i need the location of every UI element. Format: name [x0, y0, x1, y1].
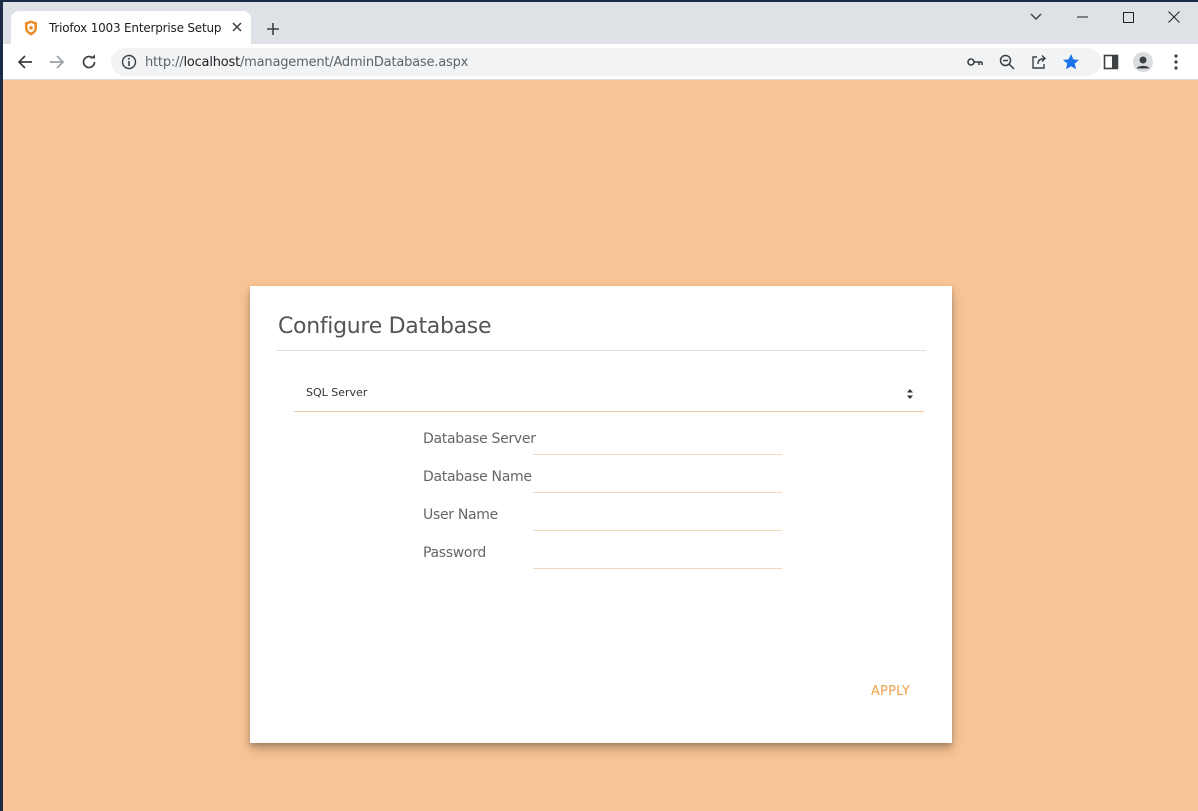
- password-label: Password: [423, 545, 486, 561]
- page-content: Configure Database SQL Server Database S…: [3, 81, 1198, 811]
- reload-icon[interactable]: [75, 48, 103, 76]
- site-info-icon[interactable]: [121, 54, 137, 70]
- browser-tab[interactable]: Triofox 1003 Enterprise Setup: [11, 11, 251, 44]
- zoom-out-icon[interactable]: [997, 52, 1017, 72]
- minimize-icon[interactable]: [1059, 2, 1105, 32]
- url-host: localhost: [183, 55, 240, 70]
- profile-avatar-icon[interactable]: [1133, 52, 1153, 72]
- configure-database-card: Configure Database SQL Server Database S…: [250, 286, 952, 743]
- side-panel-icon[interactable]: [1101, 52, 1121, 72]
- database-name-label: Database Name: [423, 469, 532, 485]
- database-name-input[interactable]: [533, 465, 782, 493]
- bookmark-star-icon[interactable]: [1061, 52, 1081, 72]
- tab-title: Triofox 1003 Enterprise Setup: [49, 20, 222, 35]
- page-title: Configure Database: [278, 314, 492, 339]
- url-text: http://localhost/management/AdminDatabas…: [145, 55, 468, 70]
- address-bar[interactable]: http://localhost/management/AdminDatabas…: [111, 48, 1101, 76]
- tab-search-chevron-icon[interactable]: [1013, 2, 1059, 32]
- database-server-label: Database Server: [423, 431, 536, 447]
- close-window-icon[interactable]: [1151, 2, 1197, 32]
- triofox-shield-icon: [23, 20, 39, 36]
- menu-kebab-icon[interactable]: [1166, 52, 1186, 72]
- back-arrow-icon[interactable]: [11, 48, 39, 76]
- url-prefix: http://: [145, 55, 184, 70]
- apply-button[interactable]: APPLY: [871, 684, 910, 699]
- tab-strip: Triofox 1003 Enterprise Setup: [3, 2, 1198, 44]
- share-icon[interactable]: [1029, 52, 1049, 72]
- select-sort-arrows-icon: [906, 387, 914, 401]
- forward-arrow-icon[interactable]: [43, 48, 71, 76]
- user-name-input[interactable]: [533, 503, 782, 531]
- new-tab-icon[interactable]: [261, 17, 285, 41]
- browser-toolbar: http://localhost/management/AdminDatabas…: [3, 44, 1198, 80]
- database-type-select[interactable]: SQL Server: [294, 376, 924, 412]
- password-input[interactable]: [533, 541, 782, 569]
- maximize-icon[interactable]: [1105, 2, 1151, 32]
- key-icon[interactable]: [965, 52, 985, 72]
- title-divider: [276, 350, 926, 351]
- close-tab-icon[interactable]: [229, 19, 245, 35]
- browser-window: Triofox 1003 Enterprise Setup http://loc…: [3, 2, 1198, 811]
- user-name-label: User Name: [423, 507, 498, 523]
- url-path: /management/AdminDatabase.aspx: [240, 55, 469, 70]
- database-server-input[interactable]: [533, 427, 782, 455]
- database-type-value: SQL Server: [306, 386, 368, 399]
